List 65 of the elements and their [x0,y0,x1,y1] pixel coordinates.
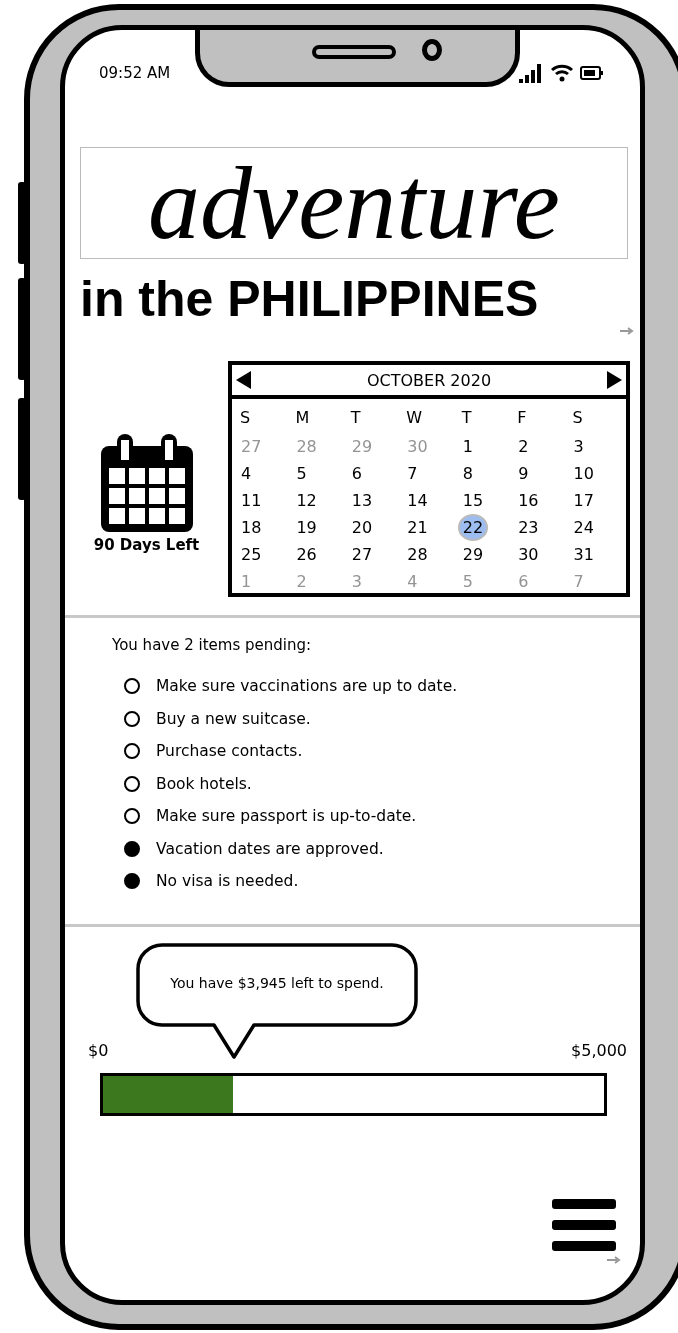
calendar-day[interactable]: 13 [346,487,378,514]
calendar-day[interactable]: 18 [236,514,267,541]
weekday-label: S [239,407,252,429]
calendar-day[interactable]: 12 [291,487,322,514]
checklist-item: Vacation dates are approved. [156,839,384,858]
calendar-day[interactable]: 30 [513,541,544,568]
calendar-day[interactable]: 23 [513,514,544,541]
tooltip-text: You have $3,945 left to spend. [169,974,385,991]
calendar-day[interactable]: 31 [568,541,599,568]
battery-icon [580,66,604,80]
max-label: $5,000 [571,1040,627,1062]
calendar-day[interactable]: 19 [291,514,322,541]
calendar-day[interactable]: 20 [346,514,378,541]
calendar-day[interactable]: 28 [402,541,433,568]
previous-month-icon[interactable] [236,371,252,389]
weekday-label: T [349,407,362,429]
checklist-item: No visa is needed. [156,872,299,891]
speaker-icon [312,45,396,59]
checklist-item: Make sure passport is up-to-date. [156,807,417,826]
camera-icon [422,39,442,61]
next-month-icon[interactable] [606,371,622,389]
calendar-day[interactable]: 25 [236,541,267,568]
calendar-day[interactable]: 10 [568,460,599,487]
script-title: adventure [148,151,560,255]
checklist-item: Book hotels. [156,774,252,793]
calendar-day[interactable]: 29 [457,541,489,568]
arrow-icon [607,1255,621,1264]
calendar-day[interactable]: 21 [402,514,433,541]
calendar-day[interactable]: 9 [513,460,534,487]
calendar-day[interactable]: 24 [568,514,599,541]
status-time: 09:52 AM [99,64,171,82]
calendar-day[interactable]: 11 [236,487,267,514]
calendar-day[interactable]: 1 [457,433,478,460]
calendar-day[interactable]: 4 [236,460,257,487]
calendar-day[interactable]: 8 [457,460,478,487]
checklist-item: Buy a new suitcase. [156,709,311,728]
pending-heading: You have 2 items pending: [112,636,312,656]
weekday-label: T [460,407,473,429]
checklist-item: Purchase contacts. [156,742,303,761]
calendar-day[interactable]: 26 [291,541,322,568]
weekday-label: M [294,407,311,429]
weekday-label: S [571,407,584,429]
arrow-icon [620,327,634,335]
calendar-day[interactable]: 22 [457,514,489,541]
weekday-label: F [516,407,528,429]
calendar-icon [100,434,193,532]
weekday-label: W [405,407,424,429]
page-title: in the PHILIPPINES [80,270,539,328]
calendar-day[interactable]: 15 [457,487,489,514]
calendar-day[interactable]: 3 [568,433,589,460]
calendar-day[interactable]: 5 [291,460,312,487]
calendar-day[interactable]: 14 [402,487,433,514]
min-label: $0 [88,1040,109,1062]
checklist-item: Make sure vaccinations are up to date. [156,677,458,696]
calendar-day[interactable]: 7 [402,460,423,487]
wifi-icon [551,64,573,82]
menu-icon[interactable] [551,1197,617,1254]
signal-icon [519,63,544,83]
calendar-day[interactable]: 6 [346,460,368,487]
calendar-day[interactable]: 17 [568,487,599,514]
days-left-label: 90 Days Left [93,536,200,554]
calendar-day[interactable]: 2 [513,433,534,460]
calendar-day[interactable]: 27 [346,541,378,568]
calendar-month: OCTOBER 2020 [366,370,492,390]
calendar-day[interactable]: 16 [513,487,544,514]
